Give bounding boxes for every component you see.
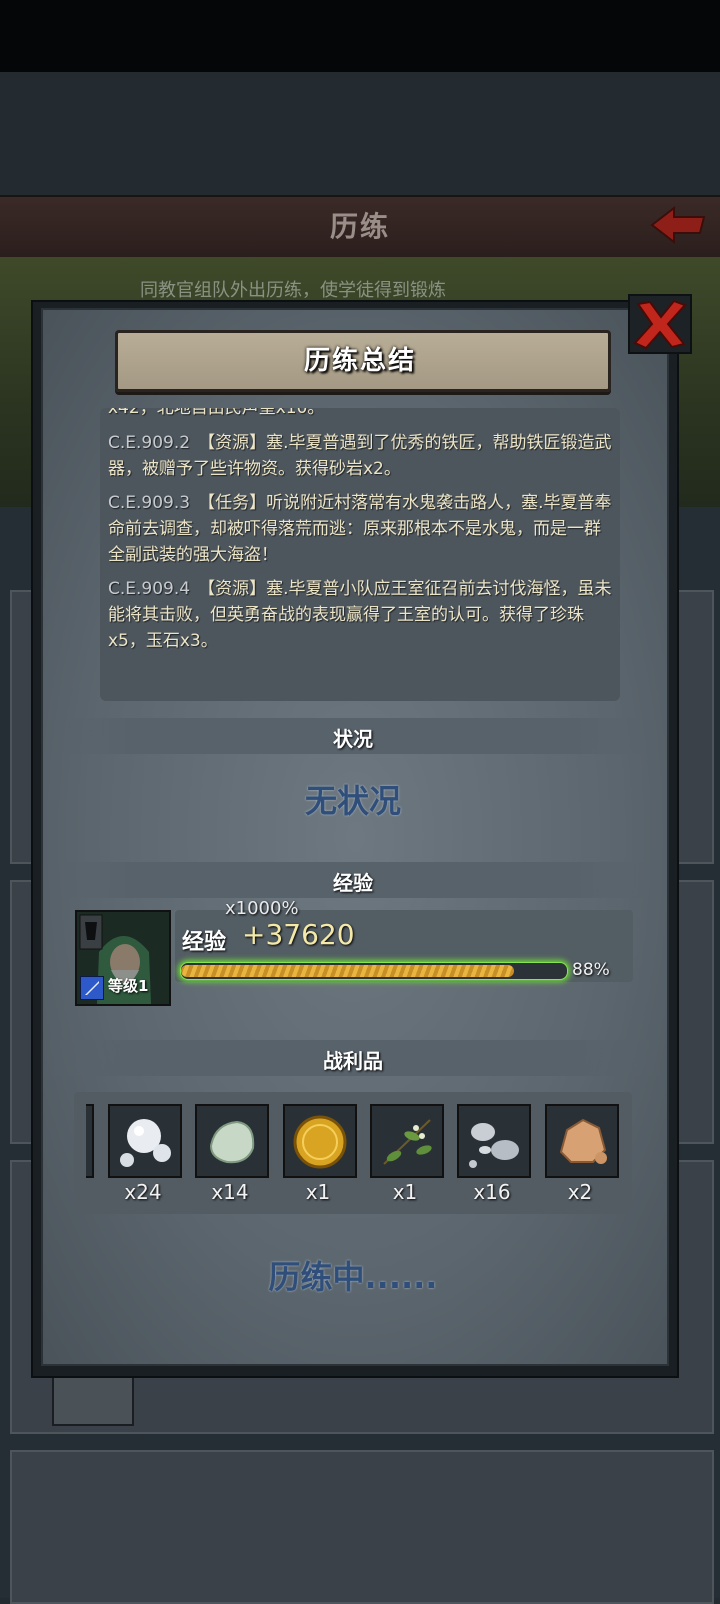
gold-coin-icon	[293, 1115, 347, 1169]
jade-stone-icon	[209, 1120, 255, 1164]
background-page-title: 历练	[329, 210, 390, 243]
log-entry: C.E.909.4 【资源】塞.毕夏普小队应王室征召前去讨伐海怪，虽未能将其击败，…	[100, 576, 620, 654]
experience-value: +37620	[242, 918, 355, 951]
loot-slot-gold-coin[interactable]	[283, 1104, 357, 1178]
background-card	[10, 1450, 714, 1604]
silver-ore-icon	[469, 1123, 519, 1168]
loot-slot-partial	[86, 1104, 94, 1178]
class-sword-icon	[80, 976, 104, 1000]
status-value: 无状况	[304, 782, 401, 820]
herb-sprig-icon	[383, 1119, 432, 1165]
pearl-icon	[120, 1119, 171, 1167]
background-notice: 同教官组队外出历练，使学徒得到锻炼	[140, 280, 446, 301]
close-icon	[633, 299, 687, 350]
log-date: C.E.909.4	[108, 579, 191, 599]
loot-count: x24	[124, 1180, 162, 1204]
experience-multiplier: x1000%	[225, 898, 299, 919]
log-entry: C.E.909.2 【资源】塞.毕夏普遇到了优秀的铁匠，帮助铁匠锻造武器，被赠予了…	[100, 430, 620, 482]
loot-slot-silver-ore[interactable]	[457, 1104, 531, 1178]
modal-title: 历练总结	[303, 346, 416, 376]
loot-count: x1	[305, 1180, 331, 1204]
loot-header: 战利品	[323, 1049, 383, 1073]
log-date: C.E.909.3	[108, 493, 191, 513]
experience-progress-bar	[180, 962, 568, 980]
status-bar	[0, 0, 720, 72]
back-arrow-icon[interactable]	[648, 204, 708, 246]
loot-count: x14	[211, 1180, 249, 1204]
log-entry: C.E.909.3 【任务】听说附近村落常有水鬼袭击路人，塞.毕夏普奉命前去调查，…	[100, 490, 620, 568]
sandstone-icon	[559, 1118, 607, 1164]
summary-log-panel[interactable]: x42，北地自由民声望x10。 C.E.909.2 【资源】塞.毕夏普遇到了优秀的…	[100, 408, 620, 701]
loot-count: x2	[567, 1180, 593, 1204]
training-status-text: 历练中......	[268, 1258, 438, 1296]
loot-slot-jade[interactable]	[195, 1104, 269, 1178]
status-header: 状况	[333, 727, 373, 751]
loot-count: x1	[392, 1180, 418, 1204]
experience-header: 经验	[333, 871, 373, 895]
experience-progress-fill	[181, 965, 514, 977]
loot-count: x16	[473, 1180, 511, 1204]
background-slot	[52, 1370, 134, 1426]
level-badge: 等级1	[108, 977, 149, 995]
log-date: C.E.909.2	[108, 433, 191, 453]
loot-slot-herb[interactable]	[370, 1104, 444, 1178]
log-cut-line: x42，北地自由民声望x10。	[108, 408, 325, 418]
experience-label: 经验	[182, 930, 227, 955]
experience-percent: 88%	[572, 960, 610, 980]
loot-slot-pearl[interactable]	[108, 1104, 182, 1178]
loot-slot-sandstone[interactable]	[545, 1104, 619, 1178]
close-button[interactable]	[628, 294, 692, 354]
